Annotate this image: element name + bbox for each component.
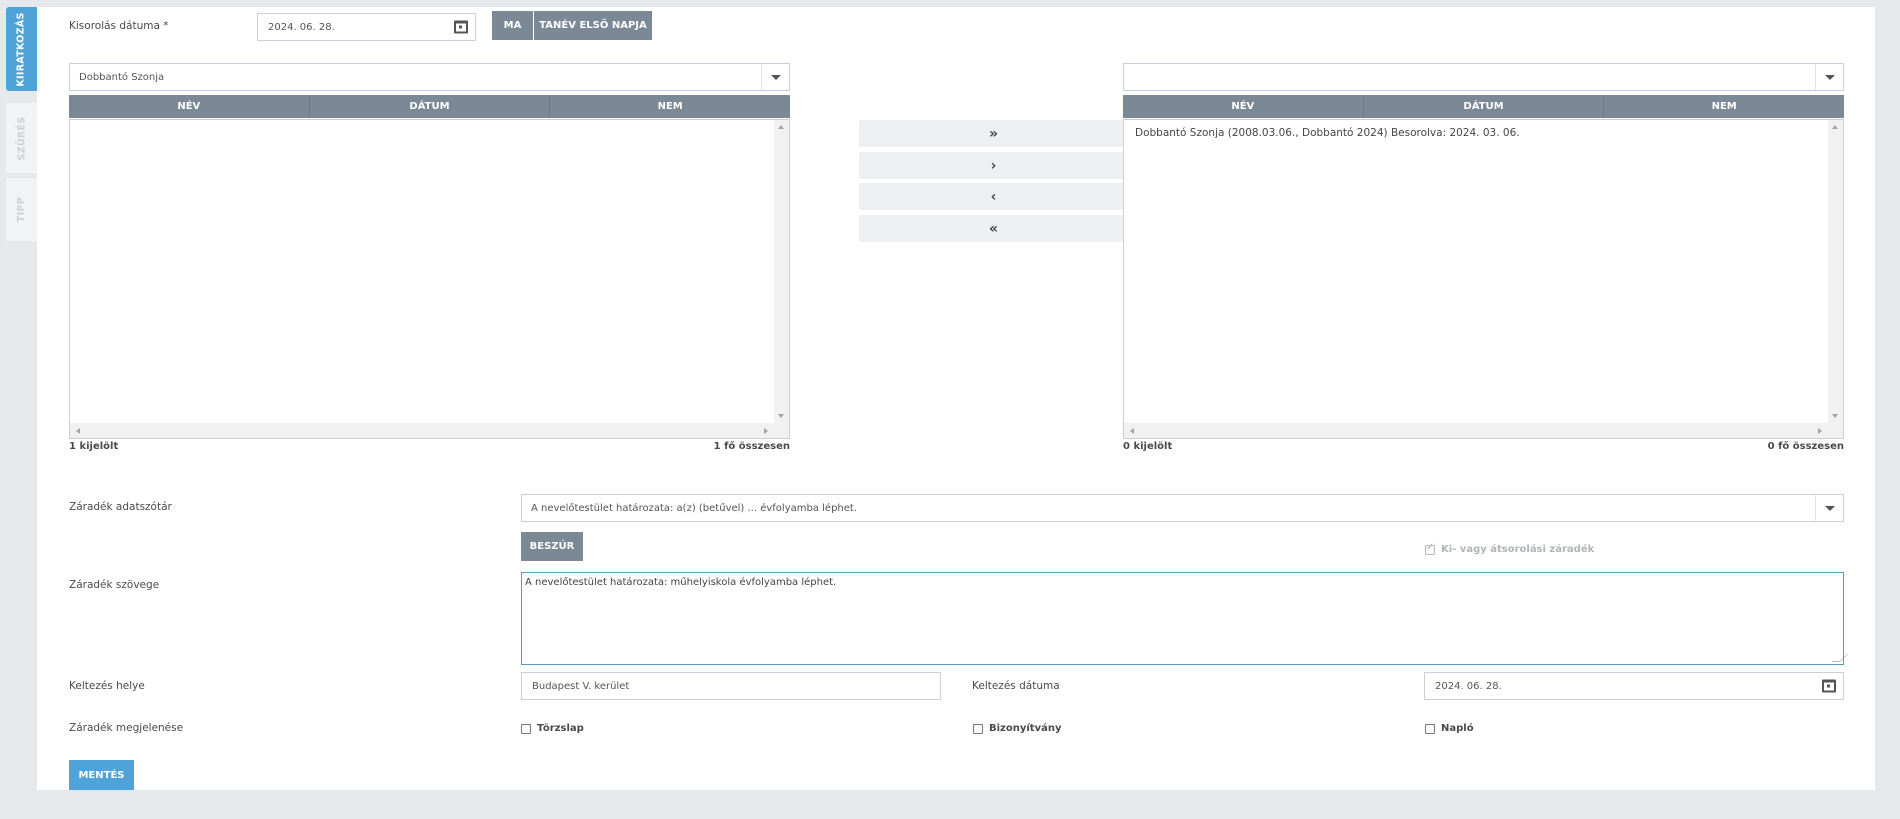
left-grid-body[interactable]	[69, 119, 790, 439]
today-button[interactable]: MA	[492, 11, 533, 40]
naplo-label: Napló	[1441, 723, 1474, 734]
left-selected-count: 1 kijelölt	[69, 441, 119, 452]
dictionary-label: Záradék adatszótár	[69, 501, 172, 513]
right-horizontal-scrollbar[interactable]	[1124, 423, 1843, 438]
tab-label: KIIRATKOZÁS	[16, 11, 27, 87]
chevron-down-icon[interactable]	[761, 64, 789, 90]
scroll-up-icon[interactable]	[1832, 125, 1838, 129]
right-grid-header: NÉV DÁTUM NEM	[1123, 95, 1844, 118]
appearance-option-torzslap[interactable]: Törzslap	[521, 723, 584, 734]
tab-szures[interactable]: SZŰRÉS	[6, 103, 37, 173]
column-header-date[interactable]: DÁTUM	[310, 95, 551, 118]
date-label: Kisorolás dátuma *	[69, 20, 169, 32]
column-header-name[interactable]: NÉV	[1123, 95, 1364, 118]
appearance-option-bizonyitvany[interactable]: Bizonyítvány	[973, 723, 1062, 734]
scroll-up-icon[interactable]	[778, 125, 784, 129]
tab-label: SZŰRÉS	[16, 116, 27, 160]
right-grid-body[interactable]: Dobbantó Szonja (2008.03.06., Dobbantó 2…	[1123, 119, 1844, 439]
bizonyitvany-label: Bizonyítvány	[989, 723, 1062, 734]
torzslap-label: Törzslap	[537, 723, 584, 734]
chevron-down-icon[interactable]	[1815, 495, 1843, 521]
issue-date-label: Keltezés dátuma	[972, 680, 1060, 692]
move-all-left-button[interactable]: «	[859, 215, 1128, 242]
appearance-option-naplo[interactable]: Napló	[1425, 723, 1474, 734]
resize-handle-icon[interactable]	[1832, 654, 1848, 662]
clause-text: A nevelőtestület határozata: műhelyiskol…	[525, 577, 837, 588]
right-total-count: 0 fő összesen	[1767, 441, 1844, 452]
scroll-down-icon[interactable]	[778, 414, 784, 418]
chevron-right-icon: ›	[990, 157, 997, 174]
move-right-button[interactable]: ›	[859, 152, 1128, 179]
tab-kiiratkozas[interactable]: KIIRATKOZÁS	[6, 7, 37, 91]
left-grid-header: NÉV DÁTUM NEM	[69, 95, 790, 118]
scroll-right-icon[interactable]	[764, 428, 768, 434]
chevron-down-icon[interactable]	[1815, 64, 1843, 90]
right-vertical-scrollbar[interactable]	[1828, 120, 1843, 423]
tab-label: TIPP	[15, 196, 27, 223]
right-student-select[interactable]	[1123, 63, 1844, 91]
tab-tipp[interactable]: TIPP	[6, 178, 37, 241]
appearance-label: Záradék megjelenése	[69, 722, 184, 734]
torzslap-checkbox[interactable]	[521, 723, 531, 734]
reassign-checkbox[interactable]	[1425, 542, 1435, 555]
column-header-name[interactable]: NÉV	[69, 95, 310, 118]
bizonyitvany-checkbox[interactable]	[973, 723, 983, 734]
move-all-right-button[interactable]: »	[859, 120, 1128, 147]
column-header-gender[interactable]: NEM	[1604, 95, 1844, 118]
left-total-count: 1 fő összesen	[713, 441, 790, 452]
dictionary-select[interactable]: A nevelőtestület határozata: a(z) (betűv…	[521, 494, 1844, 522]
left-vertical-scrollbar[interactable]	[774, 120, 789, 423]
double-chevron-right-icon: »	[988, 125, 999, 142]
calendar-icon[interactable]	[454, 20, 468, 34]
main-panel: Kisorolás dátuma * 2024. 06. 28. MA TANÉ…	[37, 7, 1875, 790]
date-input[interactable]: 2024. 06. 28.	[257, 13, 476, 41]
issue-date-value: 2024. 06. 28.	[1435, 680, 1502, 692]
save-button[interactable]: MENTÉS	[69, 760, 134, 790]
list-item[interactable]: Dobbantó Szonja (2008.03.06., Dobbantó 2…	[1135, 127, 1520, 139]
move-left-button[interactable]: ‹	[859, 183, 1128, 210]
chevron-left-icon: ‹	[990, 188, 997, 205]
clause-textarea[interactable]: A nevelőtestület határozata: műhelyiskol…	[521, 572, 1848, 665]
column-header-date[interactable]: DÁTUM	[1364, 95, 1605, 118]
calendar-icon[interactable]	[1822, 679, 1836, 693]
reassign-checkbox-label: Ki- vagy átsorolási záradék	[1441, 544, 1595, 555]
double-chevron-left-icon: «	[988, 220, 999, 237]
scroll-left-icon[interactable]	[76, 428, 80, 434]
scroll-left-icon[interactable]	[1130, 428, 1134, 434]
scroll-right-icon[interactable]	[1818, 428, 1822, 434]
left-select-value: Dobbantó Szonja	[79, 71, 165, 83]
place-input[interactable]: Budapest V. kerület	[521, 672, 941, 700]
column-header-gender[interactable]: NEM	[550, 95, 790, 118]
dictionary-value: A nevelőtestület határozata: a(z) (betűv…	[531, 502, 858, 514]
issue-date-input[interactable]: 2024. 06. 28.	[1424, 672, 1844, 700]
date-value: 2024. 06. 28.	[268, 21, 335, 33]
insert-button[interactable]: BESZÚR	[521, 532, 583, 561]
left-student-select[interactable]: Dobbantó Szonja	[69, 63, 790, 91]
page-scrollbar[interactable]	[1892, 0, 1900, 819]
place-value: Budapest V. kerület	[532, 680, 630, 692]
text-label: Záradék szövege	[69, 579, 160, 591]
place-label: Keltezés helye	[69, 680, 145, 692]
naplo-checkbox[interactable]	[1425, 723, 1435, 734]
scroll-down-icon[interactable]	[1832, 414, 1838, 418]
first-day-button[interactable]: TANÉV ELSŐ NAPJA	[534, 11, 652, 40]
right-selected-count: 0 kijelölt	[1123, 441, 1173, 452]
left-horizontal-scrollbar[interactable]	[70, 423, 789, 438]
reassign-checkbox-row[interactable]: Ki- vagy átsorolási záradék	[1425, 542, 1595, 555]
